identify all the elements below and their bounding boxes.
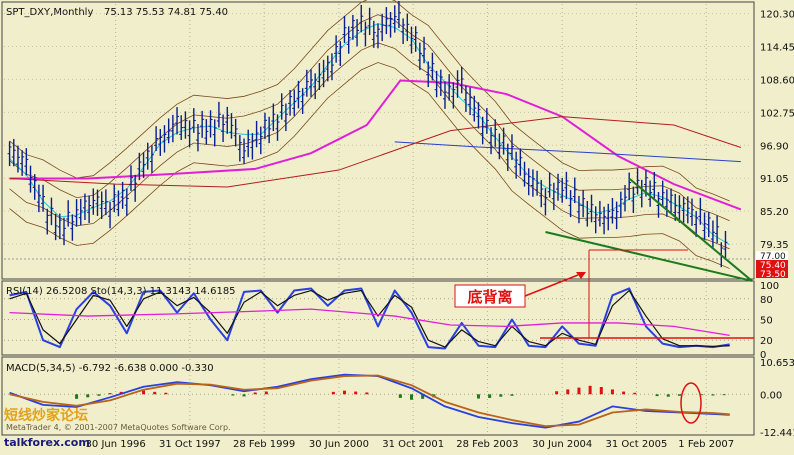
macd-histogram-bar bbox=[566, 389, 570, 395]
macd-histogram-bar bbox=[655, 394, 659, 397]
macd-histogram-bar bbox=[610, 389, 614, 395]
x-tick-label: 31 Oct 2005 bbox=[606, 439, 668, 450]
x-tick-label: 28 Feb 1999 bbox=[233, 439, 295, 450]
macd-histogram-bar bbox=[677, 394, 681, 396]
macd-histogram-bar bbox=[142, 390, 146, 395]
macd-histogram-bar bbox=[555, 391, 559, 395]
macd-histogram-bar bbox=[409, 394, 413, 400]
macd-histogram-bar bbox=[722, 394, 726, 396]
macd-histogram-bar bbox=[75, 394, 79, 399]
x-tick-label: 1 Feb 2007 bbox=[678, 439, 734, 450]
x-tick-label: 30 Jun 1996 bbox=[86, 439, 146, 450]
rsi-header: RSI(14) 26.5208 Sto(14,3,3) 11.3143 14.6… bbox=[6, 286, 236, 297]
price-tick-label: 79.35 bbox=[760, 240, 789, 251]
macd-histogram-bar bbox=[97, 394, 101, 396]
macd-histogram-bar bbox=[398, 394, 402, 398]
x-tick-label: 31 Oct 2001 bbox=[382, 439, 444, 450]
macd-histogram-bar bbox=[476, 394, 480, 399]
macd-histogram-bar bbox=[164, 392, 168, 395]
price-tick-label: 91.05 bbox=[760, 174, 789, 185]
price-tick-label: 114.45 bbox=[760, 42, 794, 53]
price-tick-label: 102.75 bbox=[760, 108, 794, 119]
macd-histogram-bar bbox=[488, 394, 492, 398]
macd-histogram-bar bbox=[264, 391, 268, 395]
macd-tick-label: -12.441 bbox=[760, 428, 794, 439]
macd-header: MACD(5,34,5) -6.792 -6.638 0.000 -0.330 bbox=[6, 363, 214, 374]
price-header-symbol: SPT_DXY,Monthly bbox=[6, 7, 93, 18]
x-tick-label: 28 Feb 2003 bbox=[456, 439, 518, 450]
chart-root: 30 Jun 1996 31 Oct 1997 28 Feb 1999 30 Jun … bbox=[0, 0, 794, 451]
macd-histogram-bar bbox=[331, 391, 335, 395]
chart-svg: 30 Jun 1996 31 Oct 1997 28 Feb 1999 30 Jun … bbox=[0, 0, 794, 451]
macd-histogram-bar bbox=[666, 394, 670, 397]
current-price-label: 73.50 bbox=[760, 270, 786, 280]
macd-histogram-bar bbox=[242, 394, 246, 397]
price-tick-label: 85.20 bbox=[760, 207, 789, 218]
macd-histogram-bar bbox=[365, 392, 369, 395]
macd-histogram-bar bbox=[343, 390, 347, 395]
annotation-text: 底背离 bbox=[467, 288, 512, 306]
macd-histogram-bar bbox=[153, 391, 157, 395]
macd-histogram-bar bbox=[622, 391, 626, 395]
watermark-site: talkforex.com bbox=[4, 436, 90, 449]
macd-histogram-bar bbox=[633, 392, 637, 395]
macd-histogram-bar bbox=[711, 394, 715, 396]
macd-histogram-bar bbox=[499, 394, 503, 397]
price-tick-label: 108.60 bbox=[760, 75, 794, 86]
rsi-tick-label: 50 bbox=[760, 316, 773, 327]
macd-histogram-bar bbox=[231, 394, 235, 396]
watermark-metatrader: MetaTrader 4, © 2001-2007 MetaQuotes Sof… bbox=[6, 423, 231, 432]
rsi-tick-label: 100 bbox=[760, 281, 779, 292]
macd-histogram-bar bbox=[577, 387, 581, 395]
macd-histogram-bar bbox=[253, 392, 257, 395]
price-tick-label: 120.30 bbox=[760, 10, 794, 21]
price-tick-label: 96.90 bbox=[760, 141, 789, 152]
watermark-chinese: 短线炒家论坛 bbox=[4, 407, 88, 424]
x-tick-label: 30 Jun 2004 bbox=[532, 439, 592, 450]
macd-histogram-bar bbox=[354, 391, 358, 395]
x-tick-label: 31 Oct 1997 bbox=[159, 439, 221, 450]
macd-histogram-bar bbox=[86, 394, 90, 398]
macd-histogram-bar bbox=[588, 385, 592, 395]
rsi-tick-label: 80 bbox=[760, 295, 773, 306]
macd-histogram-bar bbox=[599, 387, 603, 395]
macd-tick-label: 0.00 bbox=[760, 390, 782, 401]
price-header-ohlc: 75.13 75.53 74.81 75.40 bbox=[104, 7, 228, 18]
rsi-tick-label: 20 bbox=[760, 336, 773, 347]
macd-histogram-bar bbox=[510, 394, 514, 396]
macd-tick-label: 10.653 bbox=[760, 358, 794, 369]
macd-histogram-bar bbox=[108, 393, 112, 395]
x-tick-label: 30 Jun 2000 bbox=[309, 439, 369, 450]
